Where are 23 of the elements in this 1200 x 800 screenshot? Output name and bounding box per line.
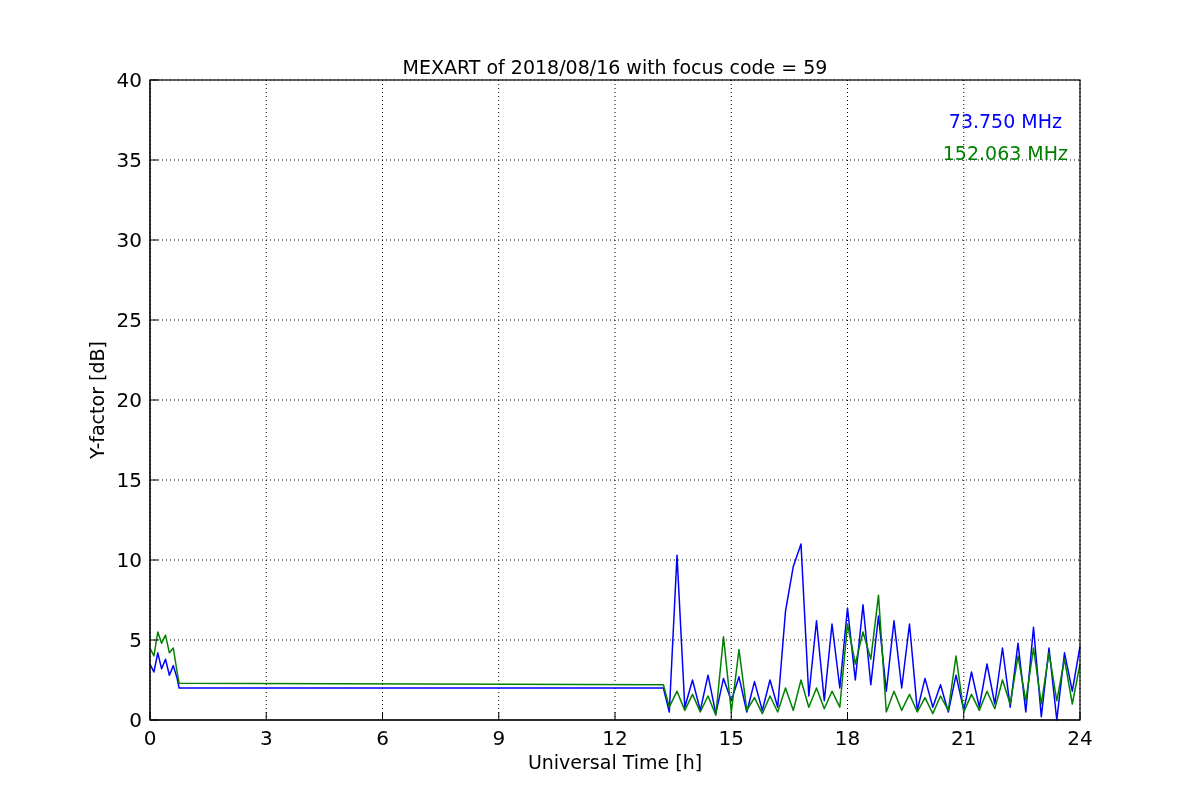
tick-label: 35	[116, 148, 142, 172]
x-axis-label: Universal Time [h]	[527, 751, 703, 773]
legend-label: 152.063 MHz	[942, 142, 1068, 164]
tick-label: 5	[129, 628, 142, 652]
tick-label: 15	[718, 726, 744, 750]
tick-label: 0	[129, 708, 142, 732]
tick-label: 0	[143, 726, 157, 750]
tick-label: 24	[1067, 726, 1093, 750]
tick-label: 10	[116, 548, 142, 572]
tick-label: 3	[259, 726, 273, 750]
tick-label: 40	[116, 68, 142, 92]
tick-label: 12	[602, 726, 628, 750]
tick-label: 15	[116, 468, 142, 492]
tick-label: 18	[834, 726, 861, 750]
tick-label: 30	[116, 228, 142, 252]
chart-title: MEXART of 2018/08/16 with focus code = 59	[402, 56, 828, 78]
tick-label: 20	[116, 388, 142, 412]
y-axis-label: Y-factor [dB]	[86, 341, 108, 459]
tick-label: 9	[492, 726, 506, 750]
tick-label: 21	[951, 726, 977, 750]
tick-label: 6	[376, 726, 389, 750]
tick-label: 25	[116, 308, 142, 332]
legend-label: 73.750 MHz	[948, 110, 1062, 132]
